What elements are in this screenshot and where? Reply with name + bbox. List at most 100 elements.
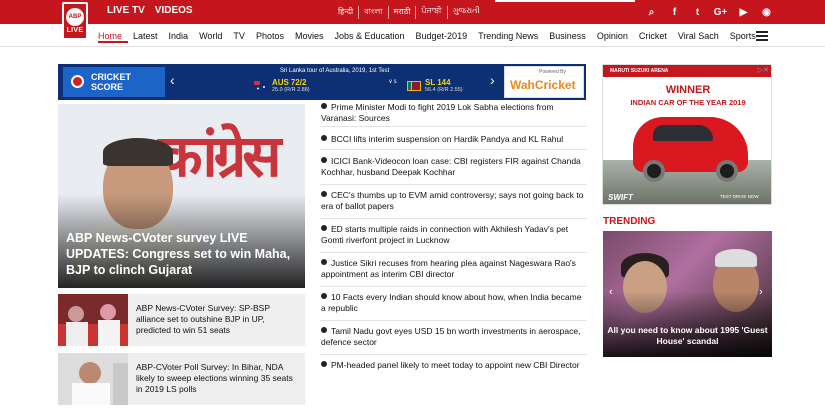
news-item[interactable]: PM-headed panel likely to meet today to … — [320, 355, 587, 385]
australia-flag-icon — [254, 81, 268, 91]
news-item[interactable]: CEC's thumbs up to EVM amid controversy;… — [320, 185, 587, 219]
ad-subheadline: INDIAN CAR OF THE YEAR 2019 — [630, 98, 746, 107]
nav-divider — [0, 46, 825, 47]
story-card[interactable]: ABP-CVoter Poll Survey: In Bihar, NDA li… — [58, 353, 305, 405]
news-item-text: BCCI lifts interim suspension on Hardik … — [331, 134, 564, 144]
news-item[interactable]: Prime Minister Modi to fight 2019 Lok Sa… — [320, 102, 587, 127]
chevron-right-icon[interactable]: › — [759, 286, 763, 298]
news-item-text: Prime Minister Modi to fight 2019 Lok Sa… — [321, 102, 554, 123]
nav-viral-sach[interactable]: Viral Sach — [672, 29, 724, 43]
nav-movies[interactable]: Movies — [289, 29, 329, 43]
nav-tv[interactable]: TV — [228, 29, 251, 43]
logo-ring: ABP — [66, 8, 84, 26]
main-nav: Home Latest India World TV Photos Movies… — [98, 29, 761, 43]
team1-runs: 72/2 — [290, 78, 307, 87]
nav-trending-news[interactable]: Trending News — [473, 29, 544, 43]
nav-budget-2019[interactable]: Budget-2019 — [410, 29, 473, 43]
cricket-ball-icon — [71, 75, 84, 88]
story-card-title[interactable]: ABP-CVoter Poll Survey: In Bihar, NDA li… — [136, 362, 301, 395]
story-card-title[interactable]: ABP News-CVoter Survey: SP-BSP alliance … — [136, 303, 301, 336]
hero-background-text: कांग्रेस — [158, 122, 281, 190]
team2-score: SL 144 56.4 (R/R 2.55) — [425, 78, 463, 93]
news-item[interactable]: ED starts multiple raids in connection w… — [320, 219, 587, 253]
trending-overlay — [603, 291, 772, 357]
nav-home[interactable]: Home — [98, 29, 128, 43]
team2-runs: 144 — [437, 78, 451, 87]
news-item[interactable]: Justice Sikri recuses from hearing plea … — [320, 253, 587, 287]
team1-name: AUS — [272, 78, 289, 87]
nav-world[interactable]: World — [194, 29, 228, 43]
nav-opinion[interactable]: Opinion — [591, 29, 633, 43]
ad-headline: WINNER — [665, 84, 711, 96]
team1-detail: 25.0 (R/R 2.88) — [272, 87, 310, 93]
cricket-label-line1: CRICKET — [91, 72, 131, 82]
youtube-icon[interactable]: ▶ — [732, 3, 755, 21]
news-list: Prime Minister Modi to fight 2019 Lok Sa… — [320, 102, 587, 385]
lang-gujarati[interactable]: ગુજરાતી — [448, 6, 485, 19]
news-item-text: PM-headed panel likely to meet today to … — [331, 360, 580, 370]
lang-punjabi[interactable]: ਪੰਜਾਬੀ — [416, 6, 448, 19]
nav-photos[interactable]: Photos — [250, 29, 289, 43]
nav-jobs-education[interactable]: Jobs & Education — [329, 29, 410, 43]
google-plus-icon[interactable]: G+ — [709, 3, 732, 21]
news-item[interactable]: ICICI Bank-Videocon loan case: CBI regis… — [320, 150, 587, 185]
hero-title[interactable]: ABP News-CVoter survey LIVE UPDATES: Con… — [66, 230, 300, 278]
sri-lanka-flag-icon — [407, 81, 421, 91]
news-item[interactable]: Tamil Nadu govt eyes USD 15 bn worth inv… — [320, 321, 587, 355]
news-item[interactable]: BCCI lifts interim suspension on Hardik … — [320, 127, 587, 150]
nav-business[interactable]: Business — [544, 29, 592, 43]
language-switcher: हिन्दी বাংলা मराठी ਪੰਜਾਬੀ ગુજરાતી — [333, 6, 485, 19]
wahcricket-sponsor[interactable]: Powered By WahCricket — [504, 66, 584, 98]
logo-live-text: LIVE — [66, 27, 84, 34]
nav-latest[interactable]: Latest — [128, 29, 164, 43]
team1-score: AUS 72/2 25.0 (R/R 2.88) — [272, 78, 310, 93]
nav-cricket[interactable]: Cricket — [633, 29, 672, 43]
lang-bangla[interactable]: বাংলা — [359, 6, 389, 19]
chevron-right-icon[interactable]: › — [490, 72, 495, 88]
cricket-score-widget[interactable]: CRICKET SCORE ‹ Sri Lanka tour of Austra… — [58, 64, 586, 100]
news-item-text: CEC's thumbs up to EVM amid controversy;… — [321, 190, 584, 211]
match-title: Sri Lanka tour of Australia, 2019, 1st T… — [280, 68, 390, 74]
rss-icon[interactable]: ◉ — [755, 3, 778, 21]
versus-label: v s — [389, 79, 397, 85]
search-icon[interactable]: ⌕ — [640, 3, 663, 21]
story-card-thumbnail — [58, 353, 128, 405]
top-strip — [495, 0, 635, 2]
ad-brand-bar: MARUTI SUZUKI ARENA — [603, 65, 771, 77]
chevron-left-icon[interactable]: ‹ — [609, 286, 613, 298]
abp-live-logo[interactable]: ABP LIVE — [62, 2, 88, 40]
ad-car-wheel — [716, 160, 738, 182]
live-tv-link[interactable]: LIVE TV — [107, 5, 145, 16]
social-icons: ⌕ f t G+ ▶ ◉ — [640, 3, 778, 21]
twitter-icon[interactable]: t — [686, 3, 709, 21]
nav-india[interactable]: India — [163, 29, 194, 43]
maruti-suzuki-ad[interactable]: MARUTI SUZUKI ARENA ▷✕ WINNER INDIAN CAR… — [602, 64, 772, 205]
hero-image-hair — [103, 138, 173, 166]
cricket-score-label: CRICKET SCORE — [63, 67, 165, 97]
ad-close-icon[interactable]: ▷✕ — [758, 66, 769, 74]
powered-by-label: Powered By — [539, 69, 566, 75]
ad-cta[interactable]: TEST DRIVE NOW — [720, 194, 759, 199]
news-item-text: ED starts multiple raids in connection w… — [321, 224, 569, 245]
facebook-icon[interactable]: f — [663, 3, 686, 21]
team2-name: SL — [425, 78, 436, 87]
chevron-left-icon[interactable]: ‹ — [170, 72, 175, 88]
lang-marathi[interactable]: मराठी — [389, 6, 417, 19]
team2-detail: 56.4 (R/R 2.55) — [425, 87, 463, 93]
story-card[interactable]: ABP News-CVoter Survey: SP-BSP alliance … — [58, 294, 305, 346]
hero-story[interactable]: कांग्रेस ABP News-CVoter survey LIVE UPD… — [58, 104, 305, 288]
news-item-text: ICICI Bank-Videocon loan case: CBI regis… — [321, 156, 581, 177]
lang-hindi[interactable]: हिन्दी — [333, 6, 360, 19]
news-item[interactable]: 10 Facts every Indian should know about … — [320, 287, 587, 321]
news-item-text: Justice Sikri recuses from hearing plea … — [321, 258, 576, 279]
news-item-text: Tamil Nadu govt eyes USD 15 bn worth inv… — [321, 326, 581, 347]
news-item-text: 10 Facts every Indian should know about … — [321, 292, 582, 313]
ad-model-name: SWIFT — [608, 193, 633, 202]
trending-story[interactable]: ‹ › All you need to know about 1995 'Gue… — [603, 231, 772, 357]
videos-link[interactable]: VIDEOS — [155, 5, 193, 16]
ad-car-wheel — [643, 160, 665, 182]
menu-icon[interactable] — [756, 31, 768, 41]
trending-title[interactable]: All you need to know about 1995 'Guest H… — [607, 325, 768, 347]
top-links: LIVE TV VIDEOS — [107, 5, 193, 16]
wahcricket-logo: WahCricket — [510, 78, 576, 92]
